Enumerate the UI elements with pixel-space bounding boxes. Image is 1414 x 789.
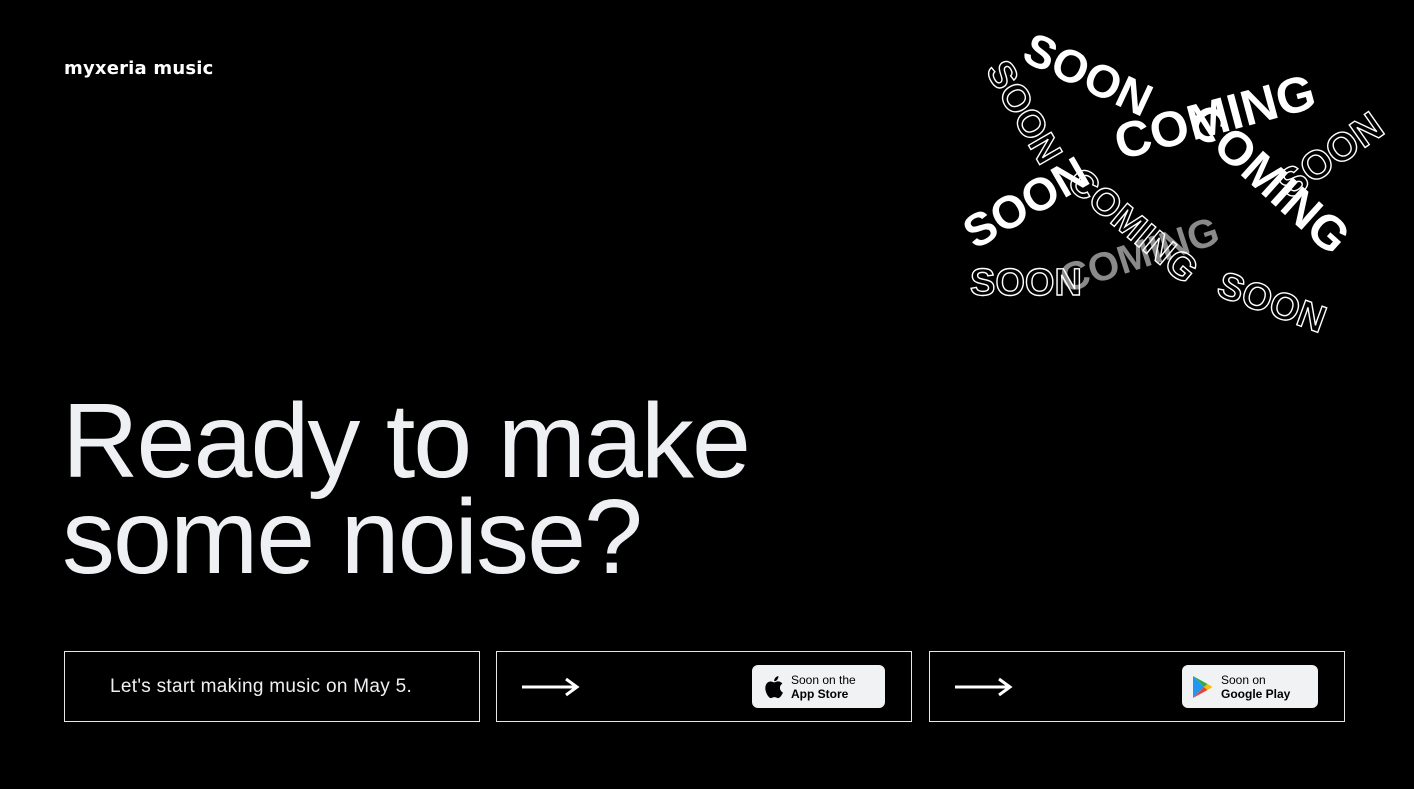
google-play-box[interactable]: Soon on Google Play: [929, 651, 1345, 722]
app-store-line-2: App Store: [791, 686, 849, 701]
ribbon-word: SOON: [1212, 264, 1332, 342]
launch-date-box: Let's start making music on May 5.: [64, 651, 480, 722]
ribbon-word: SOON: [970, 262, 1082, 304]
app-store-line-1: Soon on the: [791, 672, 856, 687]
arrow-right-icon[interactable]: [522, 677, 580, 697]
coming-soon-ribbon-graphic: COMING SOON SOON SOON COMING SOON SOON C…: [954, 22, 1392, 342]
ribbon-word: SOON: [954, 146, 1097, 259]
launch-date-text: Let's start making music on May 5.: [110, 676, 413, 697]
google-play-line-2: Google Play: [1221, 686, 1291, 701]
google-play-line-1: Soon on: [1221, 672, 1266, 687]
google-play-badge[interactable]: Soon on Google Play: [1182, 665, 1318, 708]
hero-headline: Ready to make some noise?: [62, 382, 751, 596]
app-store-box[interactable]: Soon on the App Store: [496, 651, 912, 722]
hero-line-2: some noise?: [62, 478, 643, 596]
hero-line-1: Ready to make: [62, 382, 751, 500]
google-play-icon: [1193, 675, 1213, 698]
app-store-badge[interactable]: Soon on the App Store: [752, 665, 885, 708]
brand-logo[interactable]: myxeria music: [64, 58, 214, 79]
apple-icon: [765, 675, 783, 698]
arrow-right-icon[interactable]: [955, 677, 1013, 697]
